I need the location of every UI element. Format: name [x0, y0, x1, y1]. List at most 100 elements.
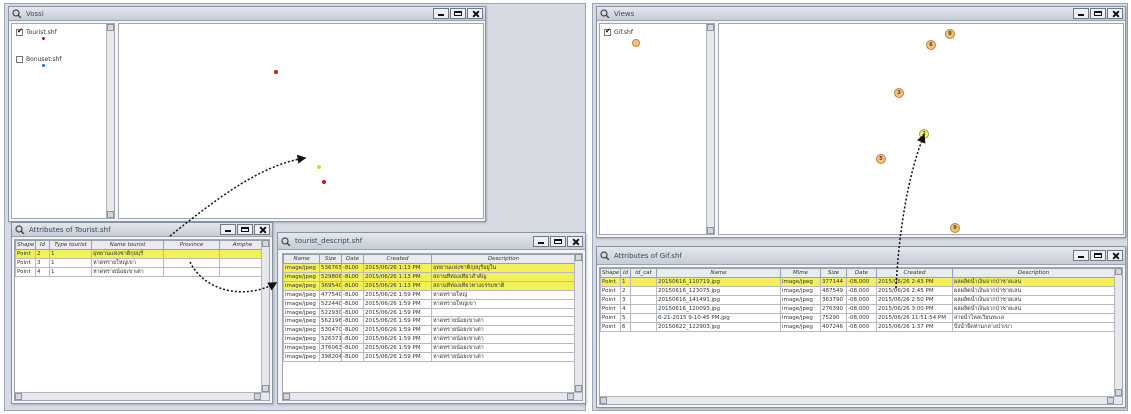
tourist-column-header[interactable]: Shape — [15, 240, 36, 250]
gif-row[interactable]: Point 5 6-21-2015 9-10-45 PM.jpg image/jpeg… — [600, 313, 1115, 323]
photo-column-header[interactable]: Name — [283, 254, 320, 264]
minimize-button[interactable] — [533, 236, 549, 247]
photo-row[interactable]: image/jpeg 376063 -8L00 2015/06/26 1:59 PM ห… — [283, 343, 576, 353]
close-button[interactable] — [254, 224, 270, 235]
layer-bonuset[interactable]: Bonuset.shf — [12, 54, 114, 64]
maximize-button[interactable] — [1090, 8, 1106, 19]
scroll-down-button[interactable] — [707, 227, 714, 234]
scroll-up-button[interactable] — [107, 24, 114, 31]
scroll-down-button[interactable] — [262, 385, 269, 392]
photo-row[interactable]: image/jpeg 477540 -8L00 2015/06/26 1:59 PM ห… — [283, 290, 576, 300]
layer-tourist-checkbox[interactable] — [16, 27, 23, 36]
layer-tourist[interactable]: Tourist.shf — [12, 27, 114, 37]
gif-column-header[interactable]: Date — [846, 268, 877, 278]
close-button[interactable] — [1107, 8, 1123, 19]
photo-marker[interactable]: 9 — [950, 223, 960, 233]
scroll-up-button[interactable] — [262, 240, 269, 247]
photo-column-header[interactable]: Date — [341, 254, 364, 264]
layer-bonuset-checkbox[interactable] — [16, 55, 23, 63]
photo-row[interactable]: image/jpeg 369540 -8L00 2015/06/26 1:13 PM ส… — [283, 281, 576, 291]
tourist-descript-titlebar[interactable]: tourist_descript.shf — [278, 233, 585, 250]
scroll-up-button[interactable] — [1115, 268, 1122, 275]
gif-column-header[interactable]: Mime — [780, 268, 821, 278]
photo-marker[interactable]: 6 — [926, 40, 936, 50]
scroll-up-button[interactable] — [575, 254, 582, 261]
tourist-table-hscroll[interactable] — [15, 392, 269, 400]
gif-row[interactable]: Point 6 20150622_122903.jpg image/jpeg 40724… — [600, 322, 1115, 332]
gif-row[interactable]: Point 4 20150616_120093.jpg image/jpeg 27639… — [600, 304, 1115, 314]
right-toc-scrollbar[interactable] — [706, 24, 714, 234]
gif-row[interactable]: Point 1 20150616_110719.jpg image/jpeg 37714… — [600, 277, 1115, 287]
minimize-button[interactable] — [1073, 8, 1089, 19]
left-map-canvas[interactable] — [118, 23, 484, 219]
minimize-button[interactable] — [1073, 250, 1089, 261]
minimize-button[interactable] — [220, 224, 236, 235]
map-point[interactable] — [274, 70, 278, 74]
tourist-row[interactable]: Point 2 1 อุทยานแห่งชาติกุยบุรี — [15, 249, 266, 259]
minimize-button[interactable] — [433, 8, 449, 19]
tourist-column-header[interactable]: Id — [35, 240, 50, 250]
gif-attributes-titlebar[interactable]: Attributes of Gif.shf — [597, 247, 1125, 265]
maximize-button[interactable] — [450, 8, 466, 19]
tourist-column-header[interactable]: Province — [163, 240, 220, 250]
scroll-left-button[interactable] — [283, 393, 290, 400]
tourist-column-header[interactable]: Name tourist — [91, 240, 164, 250]
gif-column-header[interactable]: Description — [952, 268, 1115, 278]
gif-column-header[interactable]: Id — [620, 268, 631, 278]
map-point[interactable] — [317, 165, 321, 169]
photo-row[interactable]: image/jpeg 522440 -8L00 2015/06/26 1:59 PM ห… — [283, 299, 576, 309]
gif-row[interactable]: Point 3 20150616_141491.jpg image/jpeg 36379… — [600, 295, 1115, 305]
close-button[interactable] — [467, 8, 483, 19]
photo-row[interactable]: image/jpeg 562196 -8L00 2015/06/26 1:59 PM ห… — [283, 316, 576, 326]
right-map-canvas[interactable]: 8 6 3 2 5 9 — [718, 23, 1124, 235]
photo-marker[interactable]: 3 — [894, 88, 904, 98]
tourist-row[interactable]: Point 4 1 หาดทรายน้อยเขาเต่า — [15, 267, 266, 277]
photo-marker[interactable]: 5 — [876, 154, 886, 164]
scroll-right-button[interactable] — [1107, 397, 1114, 404]
scroll-down-button[interactable] — [1115, 389, 1122, 396]
scroll-down-button[interactable] — [107, 211, 114, 218]
right-map-titlebar[interactable]: Views — [597, 7, 1125, 21]
photo-row[interactable]: image/jpeg 530470 -8L00 2015/06/26 1:59 PM ห… — [283, 325, 576, 335]
scroll-down-button[interactable] — [575, 385, 582, 392]
photo-column-header[interactable]: Created — [363, 254, 432, 264]
gif-table-vscroll[interactable] — [1114, 268, 1122, 396]
layer-gif-checkbox[interactable] — [604, 27, 611, 36]
toc-scrollbar[interactable] — [106, 24, 114, 218]
gif-column-header[interactable]: Size — [820, 268, 847, 278]
maximize-button[interactable] — [1090, 250, 1106, 261]
tourist-table-vscroll[interactable] — [261, 240, 269, 392]
photo-marker-selected[interactable]: 2 — [919, 129, 929, 139]
photo-row[interactable]: image/jpeg 522930 -8L00 2015/06/26 1:59 PM — [283, 308, 576, 317]
photo-row[interactable]: image/jpeg 398204 -8L00 2015/06/26 1:59 PM ห… — [283, 352, 576, 362]
maximize-button[interactable] — [237, 224, 253, 235]
tourist-column-header[interactable]: Type tourist — [49, 240, 92, 250]
photo-column-header[interactable]: Description — [431, 254, 576, 264]
tourist-attributes-titlebar[interactable]: Attributes of Tourist.shf — [12, 223, 272, 237]
scroll-right-button[interactable] — [567, 393, 574, 400]
scroll-left-button[interactable] — [600, 397, 607, 404]
gif-column-header[interactable]: Id_cat — [630, 268, 657, 278]
gif-column-header[interactable]: Created — [876, 268, 953, 278]
layer-gif[interactable]: Gif.shf — [600, 27, 714, 37]
photo-row[interactable]: image/jpeg 536765 -8L00 2015/06/26 1:13 PM อ… — [283, 263, 576, 273]
maximize-button[interactable] — [550, 236, 566, 247]
scroll-right-button[interactable] — [254, 393, 261, 400]
gif-row[interactable]: Point 2 20150616_123075.jpg image/jpeg 48754… — [600, 286, 1115, 296]
gif-column-header[interactable]: Name — [656, 268, 781, 278]
photo-marker[interactable]: 8 — [945, 29, 955, 39]
photo-table-hscroll[interactable] — [283, 392, 582, 400]
left-map-titlebar[interactable]: Vossi — [9, 7, 485, 21]
close-button[interactable] — [1107, 250, 1123, 261]
gif-table-hscroll[interactable] — [600, 396, 1122, 404]
photo-row[interactable]: image/jpeg 529806 -8L00 2015/06/26 1:13 PM ส… — [283, 272, 576, 282]
close-button[interactable] — [567, 236, 583, 247]
gif-column-header[interactable]: Shape — [600, 268, 621, 278]
photo-row[interactable]: image/jpeg 526371 -8L00 2015/06/26 1:59 PM ห… — [283, 334, 576, 344]
scroll-left-button[interactable] — [15, 393, 22, 400]
photo-column-header[interactable]: Size — [319, 254, 342, 264]
tourist-column-header[interactable]: Amphe — [219, 240, 266, 250]
map-point[interactable] — [322, 180, 326, 184]
photo-table-vscroll[interactable] — [574, 254, 582, 392]
scroll-up-button[interactable] — [707, 24, 714, 31]
